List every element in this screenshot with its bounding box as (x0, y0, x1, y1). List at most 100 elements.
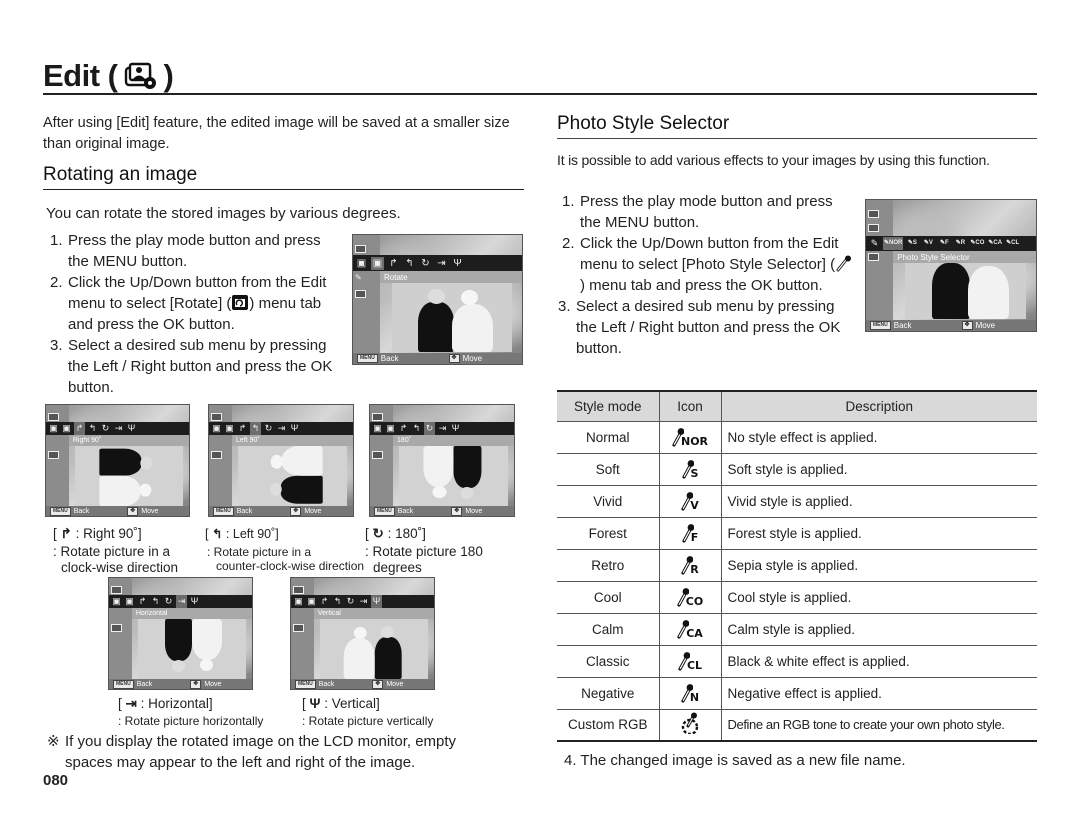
style-tab-ca-icon[interactable]: ✎CA (987, 237, 1003, 250)
rotate-left-icon[interactable]: ↰ (403, 257, 416, 270)
rotate-tab-icon[interactable]: ▣ (371, 256, 384, 270)
rotate-180-icon[interactable]: ↻ (100, 422, 111, 435)
back-label: Back (893, 321, 912, 330)
desc-left-90: : Rotate picture in a counter-clock-wise… (207, 545, 364, 573)
step-number: 1. (50, 232, 63, 249)
style-mode-cell: Calm (557, 613, 659, 646)
rotate-tabbar: ▣ ▣ ↱ ↰ ↻ ⇥ Ψ (370, 422, 514, 435)
flip-horizontal-icon[interactable]: ⇥ (435, 257, 448, 270)
style-description-cell: Calm style is applied. (720, 613, 1037, 646)
style-description-cell: Define an RGB tone to create your own ph… (720, 709, 1037, 742)
step-number: 1. (562, 193, 575, 210)
move-label: Move (204, 680, 222, 688)
rotate-left-icon[interactable]: ↰ (87, 422, 98, 435)
flip-horizontal-icon[interactable]: ⇥ (113, 422, 124, 435)
rotate-tabbar: ▣ ▣ ↱ ↰ ↻ ⇥ Ψ (291, 595, 434, 608)
table-row: Retro R Sepia style is applied. (557, 549, 1037, 582)
style-tab-co-icon[interactable]: ✎CO (969, 237, 985, 250)
style-tab-v-icon[interactable]: ✎V (921, 237, 935, 250)
note-text: If you display the rotated image on the … (65, 733, 457, 771)
camera-screen-option: ▣ ▣ ↱ ↰ ↻ ⇥ Ψ 180˚ MENU Back ✥ Move (369, 404, 515, 517)
flip-vertical-icon[interactable]: Ψ (289, 422, 300, 435)
desc-line: : Rotate picture in a (207, 545, 312, 559)
flip-horizontal-icon[interactable]: ⇥ (176, 595, 187, 608)
camera-screen-option: ▣ ▣ ↱ ↰ ↻ ⇥ Ψ Vertical MENU Back ✥ Move (290, 577, 435, 690)
rotate-left-icon[interactable]: ↰ (150, 595, 161, 608)
rotate-tab-icon (231, 294, 249, 311)
style-icon-cell: N (658, 677, 721, 710)
rotate-right-icon[interactable]: ↱ (137, 595, 148, 608)
flip-horizontal-icon[interactable]: ⇥ (437, 422, 448, 435)
step-text: Select a desired sub menu by pressing th… (68, 337, 333, 396)
edit-tab-icon[interactable]: ▣ (48, 422, 59, 435)
rotate-180-icon[interactable]: ↻ (345, 595, 356, 608)
rotate-180-icon[interactable]: ↻ (419, 257, 432, 270)
edit-tab-icon[interactable]: ▣ (293, 595, 304, 608)
flip-vertical-icon[interactable]: Ψ (189, 595, 200, 608)
move-dpad-icon: ✥ (190, 679, 202, 689)
desc-horizontal: : Rotate picture horizontally (118, 714, 264, 728)
rotate-right-icon[interactable]: ↱ (319, 595, 330, 608)
style-mode-cell: Vivid (557, 485, 659, 518)
style-tabbar: ✎ ✎NOR ✎S ✎V ✎F ✎R ✎CO ✎CA ✎CL (866, 236, 1036, 251)
rotate-tab-icon[interactable]: ▣ (306, 595, 317, 608)
eyedropper-icon[interactable]: ✎ (868, 237, 881, 250)
menu-button-icon: MENU (374, 506, 395, 516)
style-step-1: 1. Press the play mode button and press … (562, 191, 855, 233)
desc-line: clock-wise direction (61, 560, 179, 575)
rotate-right-icon[interactable]: ↱ (398, 422, 409, 435)
edit-tab-icon[interactable]: ▣ (211, 422, 222, 435)
rotate-left-icon[interactable]: ↰ (411, 422, 422, 435)
flip-horizontal-icon[interactable]: ⇥ (276, 422, 287, 435)
rotate-left-icon[interactable]: ↰ (332, 595, 343, 608)
rotate-step-2: 2. Click the Up/Down button from the Edi… (50, 272, 342, 335)
edit-tab-icon[interactable]: ▣ (372, 422, 383, 435)
flip-vertical-icon[interactable]: Ψ (450, 422, 461, 435)
style-tab-cl-icon[interactable]: ✎CL (1005, 237, 1020, 250)
page-number: 080 (43, 772, 69, 789)
camera-screen-option: ▣ ▣ ↱ ↰ ↻ ⇥ Ψ Left 90˚ MENU Back ✥ Move (208, 404, 354, 517)
rotate-right-icon[interactable]: ↱ (74, 422, 85, 435)
flip-vertical-icon[interactable]: Ψ (126, 422, 137, 435)
style-mode-cell: Normal (557, 421, 659, 454)
rotate-tab-icon[interactable]: ▣ (61, 422, 72, 435)
rotate-right-icon[interactable]: ↱ (237, 422, 248, 435)
rotate-left-icon[interactable]: ↰ (250, 422, 261, 435)
style-tab-f-icon[interactable]: ✎F (937, 237, 951, 250)
final-step: 4. The changed image is saved as a new f… (564, 752, 906, 769)
flip-vertical-icon[interactable]: Ψ (451, 257, 464, 270)
title-divider (43, 93, 1037, 95)
image-adjust-icon (48, 451, 59, 459)
rotate-tab-icon[interactable]: ▣ (385, 422, 396, 435)
edit-tab-icon[interactable]: ▣ (111, 595, 122, 608)
style-tab-s-icon[interactable]: ✎S (905, 237, 919, 250)
move-label: Move (975, 321, 996, 330)
move-label: Move (304, 507, 322, 515)
image-adjust-icon (211, 451, 222, 459)
step-text: Select a desired sub menu by pressing th… (576, 298, 841, 357)
selected-option-label: Right 90˚ (68, 435, 189, 446)
table-header-row: Style mode Icon Description (557, 390, 1037, 422)
flip-horizontal-icon: ⇥ (125, 696, 137, 711)
caption-left-90: [ ↰ : Left 90˚] (205, 527, 279, 541)
edit-tab-icon[interactable]: ▣ (355, 257, 368, 270)
page-title-text: Edit ( (43, 58, 118, 93)
rotate-180-icon[interactable]: ↻ (263, 422, 274, 435)
move-label: Move (386, 680, 404, 688)
rotate-tab-icon[interactable]: ▣ (124, 595, 135, 608)
slideshow-icon (111, 586, 122, 594)
style-tab-nor-icon[interactable]: ✎NOR (883, 237, 904, 250)
step-number: 3. (558, 298, 571, 315)
rotate-right-icon[interactable]: ↱ (387, 257, 400, 270)
desc-line: degrees (373, 560, 422, 575)
rotate-180-icon[interactable]: ↻ (163, 595, 174, 608)
rotate-180-icon[interactable]: ↻ (424, 422, 435, 435)
style-tab-r-icon[interactable]: ✎R (953, 237, 967, 250)
flip-horizontal-icon[interactable]: ⇥ (358, 595, 369, 608)
flip-vertical-icon[interactable]: Ψ (371, 595, 382, 608)
desc-line: counter-clock-wise direction (216, 559, 365, 573)
style-forest-icon: F (682, 521, 698, 543)
camera-screen-photo-style: ✎ ✎NOR ✎S ✎V ✎F ✎R ✎CO ✎CA ✎CL Photo Style Sele… (865, 199, 1037, 332)
rotate-tab-icon[interactable]: ▣ (224, 422, 235, 435)
eyedropper-icon: ✎ (355, 273, 362, 282)
